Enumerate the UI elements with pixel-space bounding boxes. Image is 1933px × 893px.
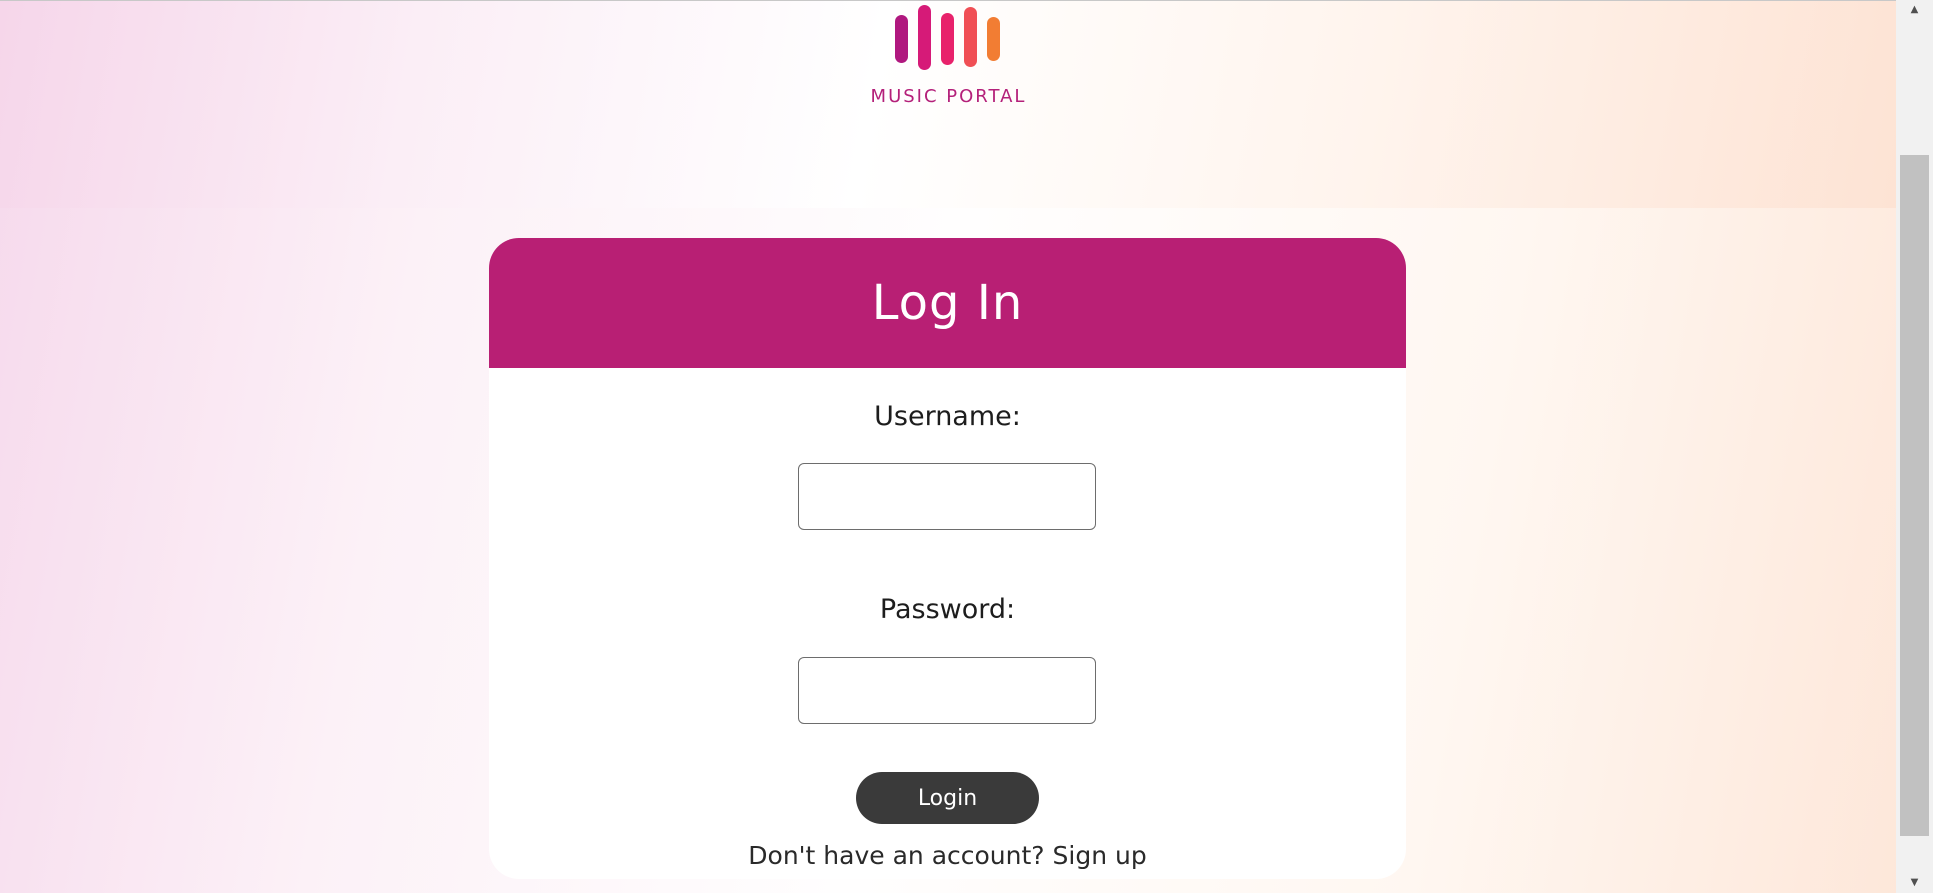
login-title: Log In	[871, 275, 1024, 331]
equalizer-bars-icon	[895, 5, 1000, 70]
scroll-up-arrow-icon[interactable]: ▲	[1896, 0, 1933, 20]
signup-link[interactable]: Sign up	[1053, 841, 1147, 870]
login-card: Log In Username: Password: Login Don't h…	[489, 238, 1406, 879]
window-top-border	[0, 0, 1896, 1]
scrollbar-thumb[interactable]	[1900, 155, 1929, 836]
login-button[interactable]: Login	[856, 772, 1039, 824]
scroll-down-arrow-icon[interactable]: ▼	[1896, 873, 1933, 893]
signup-prompt-text: Don't have an account?	[748, 841, 1045, 870]
vertical-scrollbar[interactable]: ▲ ▼	[1896, 0, 1933, 893]
site-logo[interactable]: MUSIC PORTAL	[861, 0, 1036, 120]
password-label: Password:	[879, 594, 1016, 625]
site-header: MUSIC PORTAL	[0, 0, 1896, 208]
brand-name: MUSIC PORTAL	[870, 86, 1027, 107]
password-input[interactable]	[798, 657, 1096, 724]
page-viewport: MUSIC PORTAL Log In Username: Password: …	[0, 0, 1896, 893]
signup-prompt-line: Don't have an account? Sign up	[489, 841, 1406, 870]
login-card-header: Log In	[489, 238, 1406, 368]
username-label: Username:	[874, 401, 1021, 432]
username-input[interactable]	[798, 463, 1096, 530]
